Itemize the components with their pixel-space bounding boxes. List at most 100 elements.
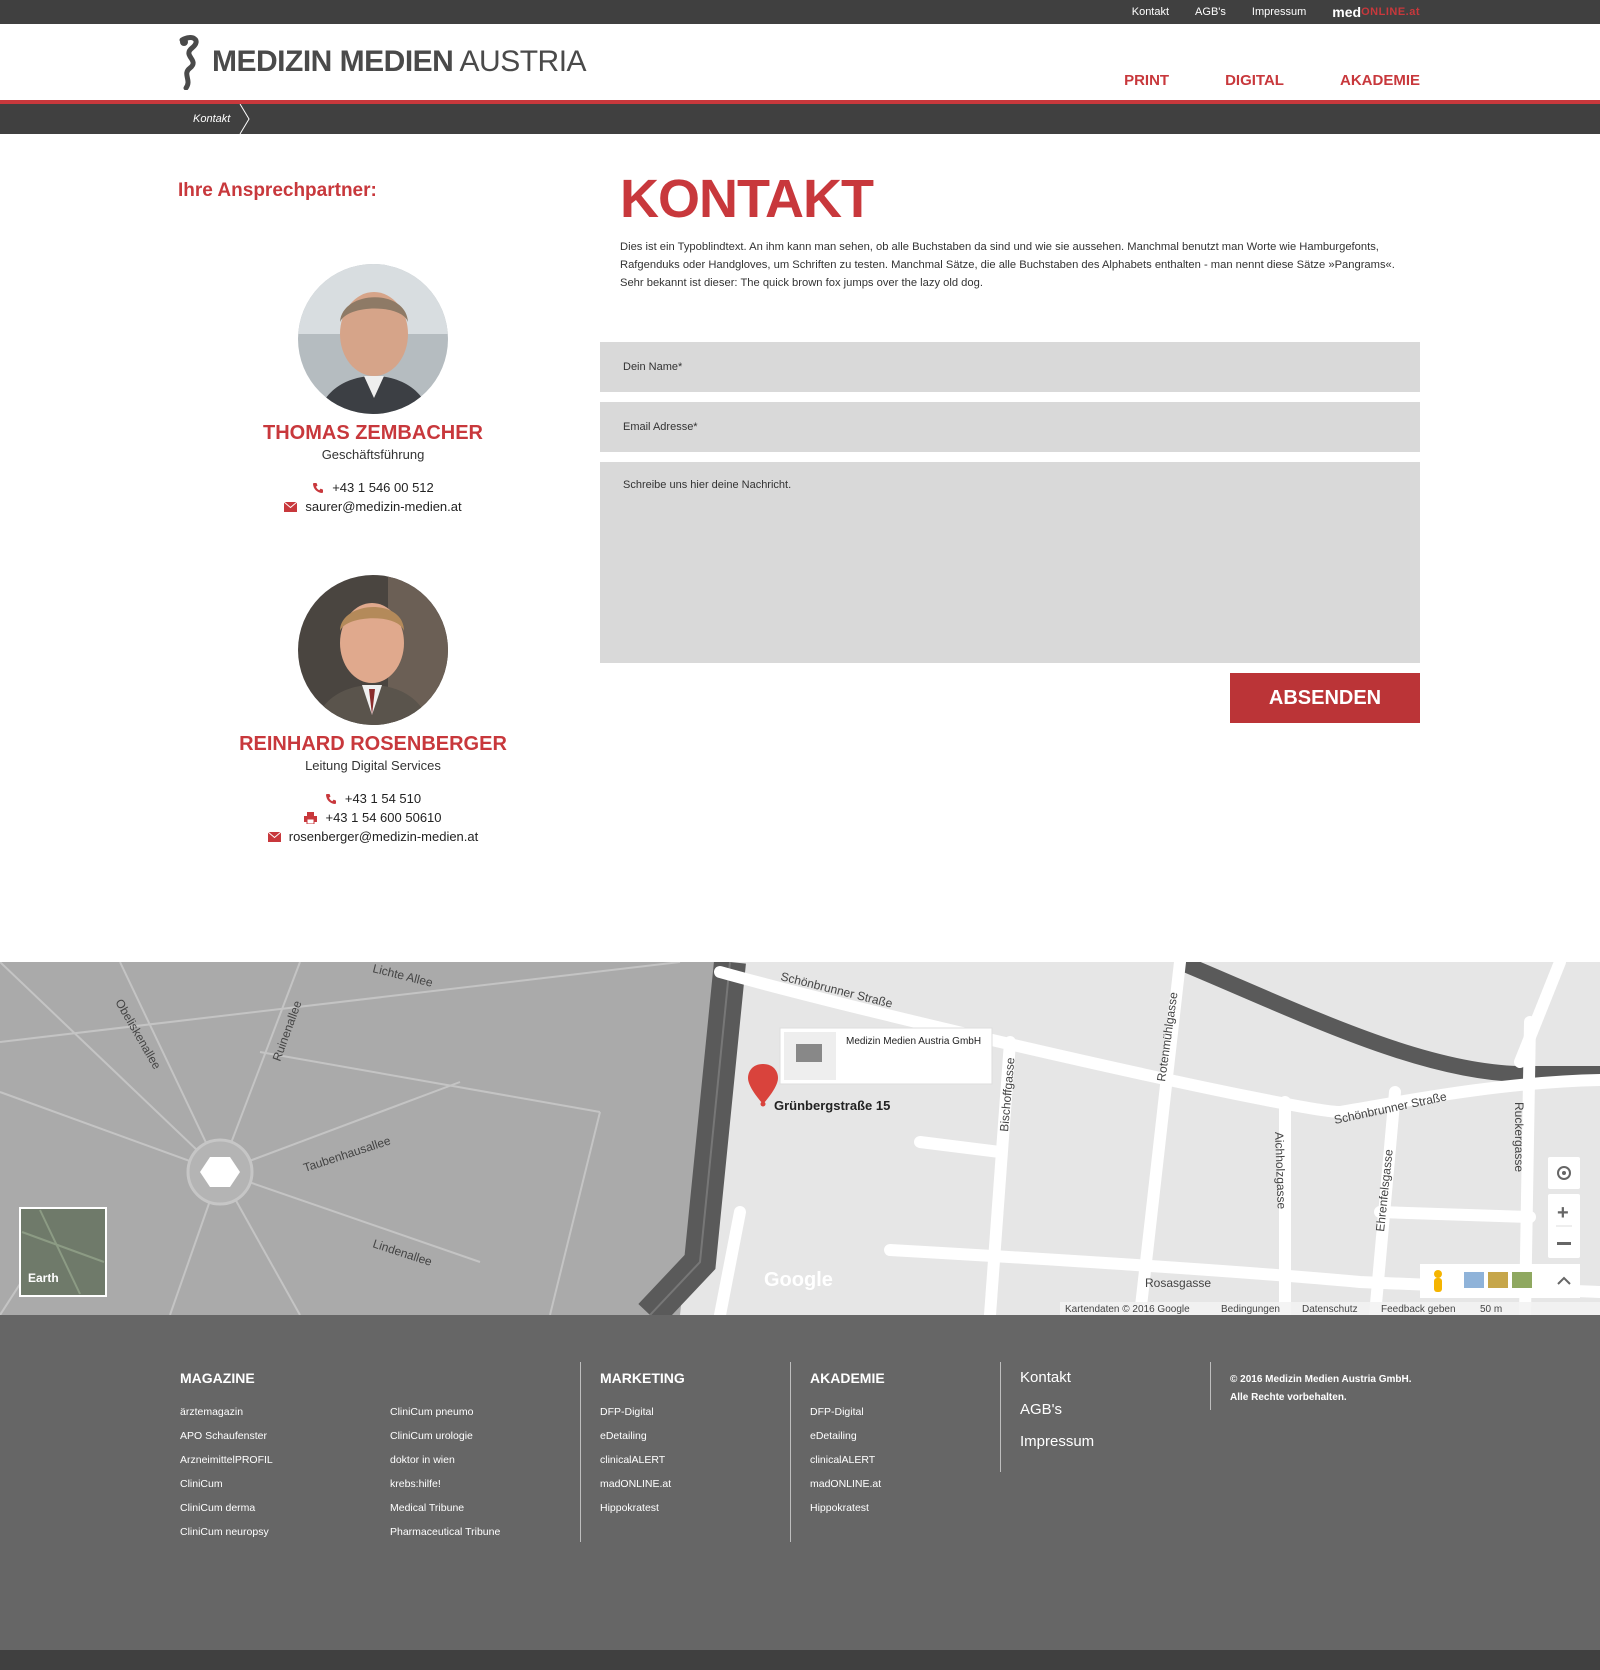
footer-link[interactable]: Medical Tribune (390, 1501, 500, 1515)
footer-marketing-list: DFP-Digital eDetailing clinicalALERT mad… (600, 1405, 671, 1515)
nav-print[interactable]: PRINT (1124, 72, 1169, 89)
breadcrumb-chevron-icon (239, 104, 250, 134)
footer-link[interactable]: doktor in wien (390, 1453, 500, 1467)
footer-link[interactable]: Hippokratest (810, 1501, 881, 1515)
footer-link[interactable]: Hippokratest (600, 1501, 671, 1515)
footer-link[interactable]: madONLINE.at (600, 1477, 671, 1491)
contact-fax[interactable]: +43 1 54 600 50610 (325, 810, 441, 825)
footer-akademie-title: AKADEMIE (810, 1370, 885, 1386)
contacts-heading: Ihre Ansprechpartner: (178, 180, 377, 201)
footer-link[interactable]: CliniCum neuropsy (180, 1525, 273, 1539)
medonline-logo-accent: ONLINE.at (1361, 6, 1420, 18)
mail-icon (284, 501, 298, 512)
map-layer-thumb[interactable] (1488, 1272, 1508, 1288)
footer-link[interactable]: CliniCum derma (180, 1501, 273, 1515)
logo-text-light: AUSTRIA (459, 45, 587, 78)
footer-link[interactable]: madONLINE.at (810, 1477, 881, 1491)
contact-phone-row: +43 1 546 00 512 (178, 480, 568, 495)
map-terms-link[interactable]: Bedingungen (1221, 1304, 1280, 1315)
site-logo[interactable]: MEDIZIN MEDIEN AUSTRIA (178, 34, 587, 90)
zoom-in-icon[interactable]: + (1557, 1202, 1569, 1224)
caduceus-logo-icon (179, 35, 199, 90)
footer-link[interactable]: eDetailing (810, 1429, 881, 1443)
footer-link[interactable]: krebs:hilfe! (390, 1477, 500, 1491)
footer-link[interactable]: DFP-Digital (600, 1405, 671, 1419)
message-field[interactable]: Schreibe uns hier deine Nachricht. (600, 462, 1420, 663)
footer-links: Kontakt AGB's Impressum (1020, 1369, 1094, 1450)
nav-akademie[interactable]: AKADEMIE (1340, 72, 1420, 89)
contact-email[interactable]: rosenberger@medizin-medien.at (289, 829, 479, 844)
main-nav: PRINT DIGITAL AKADEMIE (1124, 72, 1420, 89)
footer-link-impressum[interactable]: Impressum (1020, 1433, 1094, 1450)
footer-link-agb[interactable]: AGB's (1020, 1401, 1094, 1418)
top-link-agb[interactable]: AGB's (1195, 6, 1226, 18)
contact-name: THOMAS ZEMBACHER (263, 422, 483, 444)
message-field-placeholder: Schreibe uns hier deine Nachricht. (623, 479, 792, 491)
site-footer: MAGAZINE ärztemagazin APO Schaufenster A… (0, 1315, 1600, 1650)
nav-digital[interactable]: DIGITAL (1225, 72, 1284, 89)
map-layer-thumb[interactable] (1512, 1272, 1532, 1288)
footer-link[interactable]: clinicalALERT (810, 1453, 881, 1467)
phone-icon (325, 793, 336, 804)
avatar-photo (298, 264, 448, 414)
contact-email-row: saurer@medizin-medien.at (178, 499, 568, 514)
footer-link[interactable]: eDetailing (600, 1429, 671, 1443)
map-street-label: Ruckergasse (1512, 1102, 1526, 1172)
footer-link[interactable]: CliniCum pneumo (390, 1405, 500, 1419)
avatar (298, 575, 448, 725)
email-field[interactable]: Email Adresse* (600, 402, 1420, 452)
footer-magazine-list-1: ärztemagazin APO Schaufenster Arzneimitt… (180, 1405, 273, 1539)
contact-fax-row: +43 1 54 600 50610 (178, 810, 568, 825)
logo-text-bold: MEDIZIN MEDIEN (212, 45, 454, 78)
pegman-icon[interactable] (1434, 1270, 1442, 1278)
footer-link[interactable]: APO Schaufenster (180, 1429, 273, 1443)
footer-bottom-bar (0, 1650, 1600, 1670)
map-place-name: Medizin Medien Austria GmbH (846, 1036, 981, 1047)
contact-phone[interactable]: +43 1 54 510 (345, 791, 421, 806)
page-title: KONTAKT (620, 169, 874, 229)
footer-link[interactable]: ArzneimittelPROFIL (180, 1453, 273, 1467)
map-canvas[interactable]: Schönbrunner Straße Schönbrunner Straße … (0, 962, 1600, 1315)
map-layer-thumb[interactable] (1464, 1272, 1484, 1288)
footer-divider (1210, 1362, 1211, 1410)
footer-magazine-list-2: CliniCum pneumo CliniCum urologie doktor… (390, 1405, 500, 1539)
copyright-line-1: © 2016 Medizin Medien Austria GmbH. (1230, 1374, 1412, 1385)
footer-link[interactable]: DFP-Digital (810, 1405, 881, 1419)
footer-link[interactable]: ärztemagazin (180, 1405, 273, 1419)
contact-phone[interactable]: +43 1 546 00 512 (332, 480, 434, 495)
breadcrumb-current[interactable]: Kontakt (193, 104, 230, 134)
contact-email-row: rosenberger@medizin-medien.at (178, 829, 568, 844)
breadcrumb: Kontakt (0, 104, 1600, 134)
top-link-kontakt[interactable]: Kontakt (1132, 6, 1169, 18)
location-map[interactable]: Schönbrunner Straße Schönbrunner Straße … (0, 962, 1600, 1315)
submit-button[interactable]: ABSENDEN (1230, 673, 1420, 723)
medonline-logo[interactable]: med ONLINE.at (1332, 4, 1420, 20)
phone-icon (313, 482, 324, 493)
logo-text: MEDIZIN MEDIEN AUSTRIA (212, 45, 587, 79)
map-address: Grünbergstraße 15 (774, 1098, 890, 1113)
footer-link[interactable]: CliniCum urologie (390, 1429, 500, 1443)
map-feedback-link[interactable]: Feedback geben (1381, 1304, 1456, 1315)
fax-icon (304, 811, 318, 824)
mail-icon (267, 831, 281, 842)
footer-link[interactable]: clinicalALERT (600, 1453, 671, 1467)
map-privacy-link[interactable]: Datenschutz (1302, 1304, 1358, 1315)
contact-name: REINHARD ROSENBERGER (239, 733, 507, 755)
contact-phone-row: +43 1 54 510 (178, 791, 568, 806)
footer-link[interactable]: Pharmaceutical Tribune (390, 1525, 500, 1539)
medonline-logo-main: med (1332, 4, 1362, 20)
footer-magazine-title: MAGAZINE (180, 1370, 255, 1386)
contact-email[interactable]: saurer@medizin-medien.at (305, 499, 461, 514)
footer-link-kontakt[interactable]: Kontakt (1020, 1369, 1094, 1386)
footer-divider (790, 1362, 791, 1542)
zoom-out-icon[interactable] (1557, 1242, 1571, 1245)
name-field-placeholder: Dein Name* (623, 361, 683, 373)
footer-link[interactable]: CliniCum (180, 1477, 273, 1491)
email-field-placeholder: Email Adresse* (623, 421, 698, 433)
contact-role: Leitung Digital Services (305, 758, 441, 773)
copyright-line-2: Alle Rechte vorbehalten. (1230, 1392, 1347, 1403)
top-link-impressum[interactable]: Impressum (1252, 6, 1306, 18)
map-street-label: Aichholzgasse (1272, 1132, 1289, 1210)
name-field[interactable]: Dein Name* (600, 342, 1420, 392)
map-street-label: Ehrenfelsgasse (1373, 1148, 1396, 1232)
